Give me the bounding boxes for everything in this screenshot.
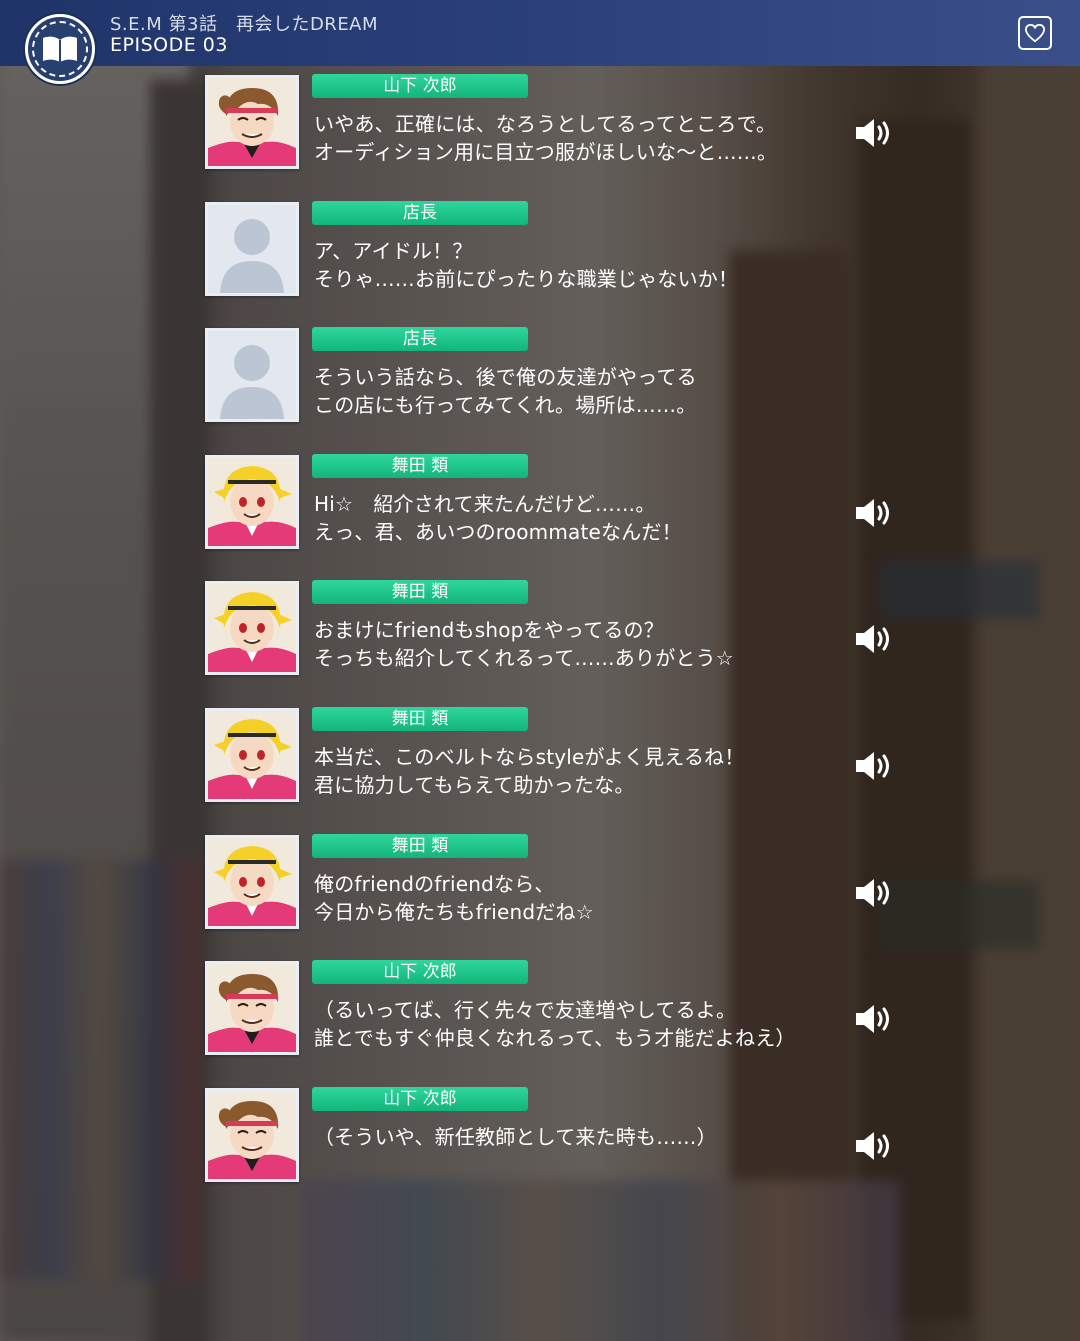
speaker-icon — [856, 625, 889, 654]
message-line-2: そりゃ……お前にぴったりな職業じゃないか！ — [314, 266, 739, 291]
speaker-icon — [856, 752, 889, 780]
heart-icon — [1024, 23, 1046, 43]
speaker-name-badge: 店長 — [312, 200, 528, 225]
speaker-name-badge: 舞田 類 — [312, 833, 528, 858]
message-line-1: 俺のfriendのfriendなら、 — [314, 871, 555, 896]
voice-play-button[interactable] — [852, 749, 896, 783]
speaker-avatar — [205, 454, 299, 549]
favorite-button[interactable] — [1018, 16, 1052, 50]
speaker-avatar — [205, 834, 299, 929]
message-line-2: えっ、君、あいつのroommateなんだ！ — [314, 519, 682, 544]
placeholder-avatar — [205, 328, 299, 423]
message-row: 山下 次郎いやあ、正確には、なろうとしてるってところで。 オーディション用に目立つ… — [0, 72, 1080, 182]
message-line-1: ア、アイドル！？ — [314, 238, 473, 263]
episode-label: EPISODE 03 — [110, 34, 228, 56]
message-row: 山下 次郎 （るいってば、行く先々で友達増やしてるよ。誰とでもすぐ仲良くなれるって… — [0, 958, 1080, 1068]
message-line-2: 君に協力してもらえて助かったな。 — [314, 773, 635, 797]
voice-play-button[interactable] — [852, 622, 896, 656]
message-row: 舞田 類本当だ、このベルトならstyleがよく見えるね！ 君に協力してもらえて助か… — [0, 705, 1080, 815]
message-line-1: （るいってば、行く先々で友達増やしてるよ。 — [314, 998, 737, 1023]
message-line-1: Hi☆ 紹介されて来たんだけど……。 — [314, 491, 656, 516]
voice-play-button[interactable] — [852, 1002, 896, 1036]
message-row: 店長ア、アイドル！？ そりゃ……お前にぴったりな職業じゃないか！ — [0, 199, 1080, 309]
speaker-icon — [856, 1131, 889, 1160]
speaker-avatar — [205, 75, 299, 169]
message-line-1: 本当だ、このベルトならstyleがよく見えるね！ — [314, 745, 745, 769]
message-line-1: いやあ、正確には、なろうとしてるってところで。 — [314, 112, 777, 136]
speaker-icon — [856, 878, 889, 907]
message-line-1: そういう話なら、後で俺の友達がやってる — [314, 365, 697, 390]
speaker-avatar — [205, 708, 299, 802]
message-line-2: 今日から俺たちもfriendだね☆ — [314, 899, 594, 924]
message-line-2: 誰とでもすぐ仲良くなれるって、もう才能だよねえ） — [314, 1026, 796, 1051]
message-row: 舞田 類 Hi☆ 紹介されて来たんだけど……。えっ、君、あいつのroommateな… — [0, 452, 1080, 562]
speaker-icon — [856, 498, 889, 527]
message-line-2: この店にも行ってみてくれ。場所は……。 — [314, 393, 697, 418]
speaker-avatar — [205, 581, 299, 676]
voice-play-button[interactable] — [852, 876, 896, 910]
message-line-1: おまけにfriendもshopをやってるの？ — [314, 618, 664, 643]
speaker-avatar — [205, 1087, 299, 1182]
placeholder-avatar — [205, 201, 299, 296]
message-row: 山下 次郎 （そういや、新任教師として来た時も……） — [0, 1085, 1080, 1195]
message-line-2: そっちも紹介してくれるって……ありがとう☆ — [314, 646, 734, 671]
speaker-avatar — [205, 961, 299, 1056]
voice-play-button[interactable] — [852, 496, 896, 530]
speaker-name-badge: 店長 — [312, 327, 528, 352]
message-row: 舞田 類おまけにfriendもshopをやってるの？ そっちも紹介してくれるって…… — [0, 578, 1080, 688]
speaker-name-badge: 山下 次郎 — [312, 1086, 528, 1111]
speaker-name-badge: 山下 次郎 — [312, 74, 528, 98]
voice-play-button[interactable] — [852, 116, 896, 150]
message-row: 店長そういう話なら、後で俺の友達がやってる この店にも行ってみてくれ。場所は……。 — [0, 325, 1080, 435]
speaker-name-badge: 舞田 類 — [312, 707, 528, 731]
book-icon — [43, 36, 77, 62]
story-title: S.E.M 第3話 再会したDREAM — [110, 14, 379, 35]
speaker-name-badge: 舞田 類 — [312, 580, 528, 605]
message-row: 舞田 類俺のfriendのfriendなら、今日から俺たちもfriendだね☆ — [0, 832, 1080, 942]
message-line-1: （そういや、新任教師として来た時も……） — [314, 1124, 717, 1149]
voice-play-button[interactable] — [852, 1129, 896, 1163]
message-line-2: オーディション用に目立つ服がほしいな～と……。 — [314, 140, 778, 164]
speaker-name-badge: 山下 次郎 — [312, 960, 528, 985]
speaker-name-badge: 舞田 類 — [312, 453, 528, 478]
speaker-icon — [856, 1005, 889, 1034]
speaker-icon — [856, 119, 889, 147]
header-bar: S.E.M 第3話 再会したDREAM EPISODE 03 — [0, 0, 1080, 66]
